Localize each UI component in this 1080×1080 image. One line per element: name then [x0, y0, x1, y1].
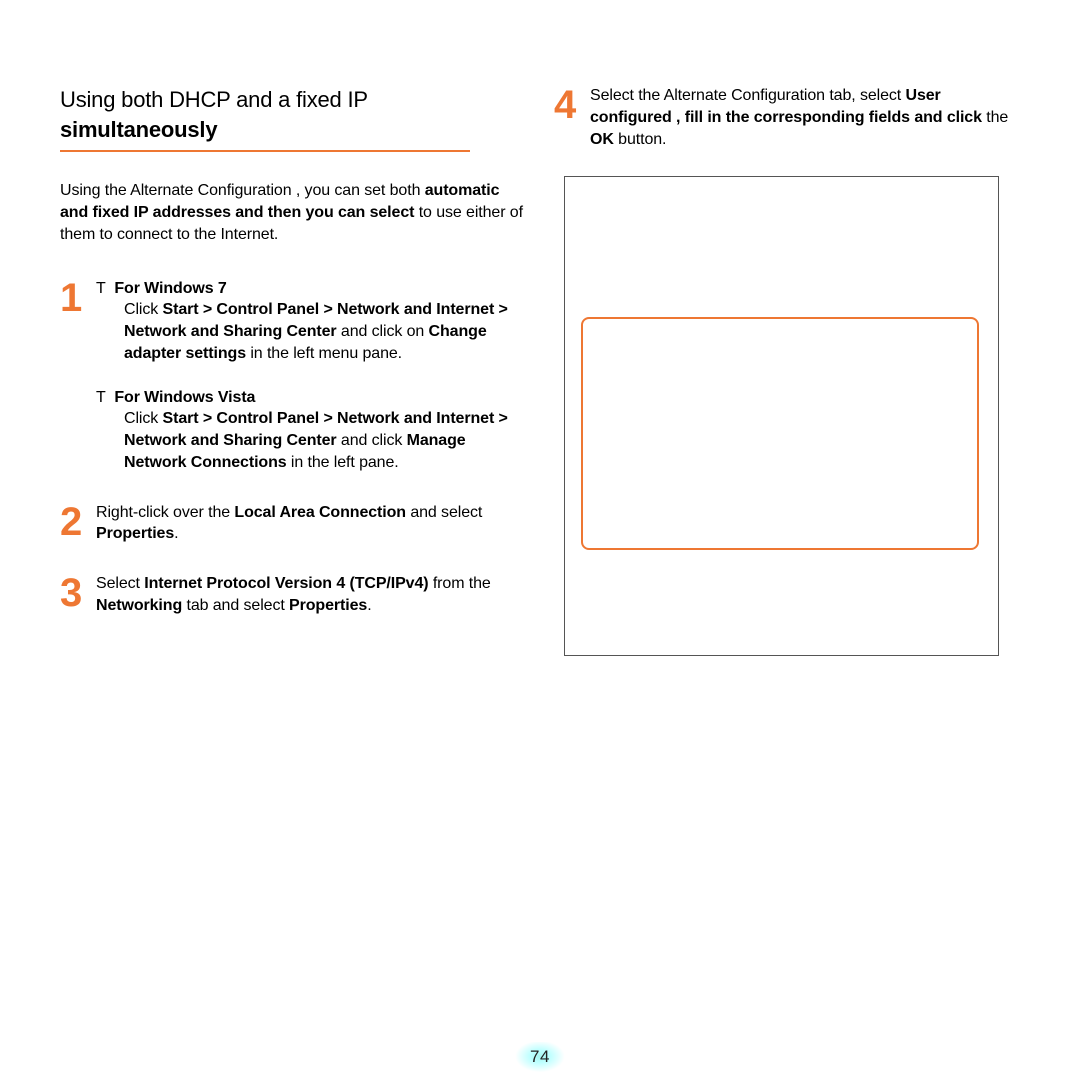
step-number: 2 [60, 504, 96, 540]
bold-text: OK [590, 131, 614, 148]
text: Click [124, 410, 163, 427]
bold-text: Networking [96, 597, 182, 614]
text: tab and select [182, 597, 289, 614]
step1-win7: T For Windows 7 Click Start > Control Pa… [96, 278, 526, 365]
step-number: 1 [60, 280, 96, 316]
sub-content: Click Start > Control Panel > Network an… [96, 299, 526, 364]
text: and click on [337, 323, 429, 340]
step-body: Select the Alternate Configuration tab, … [590, 85, 1020, 150]
title-underline [60, 150, 470, 152]
bold-text: Properties [96, 525, 174, 542]
text: in the left pane. [287, 454, 399, 471]
sub-heading: For Windows Vista [114, 389, 255, 406]
text: the [982, 109, 1008, 126]
step-2: 2 Right-click over the Local Area Connec… [60, 502, 526, 546]
bold-text: Properties [289, 597, 367, 614]
text: from the [428, 575, 490, 592]
step-body: T For Windows 7 Click Start > Control Pa… [96, 278, 526, 474]
highlight-box [581, 317, 979, 550]
text: . [174, 525, 178, 542]
intro-paragraph: Using the Alternate Configuration , you … [60, 180, 526, 245]
text: button. [614, 131, 667, 148]
intro-pre: Using the Alternate Configuration , you … [60, 182, 425, 199]
text: Select [96, 575, 144, 592]
step1-vista: T For Windows Vista Click Start > Contro… [96, 387, 526, 474]
bold-text: , fill in the corresponding fields and c… [676, 109, 982, 126]
text: . [367, 597, 371, 614]
section-title: Using both DHCP and a fixed IP simultane… [60, 85, 526, 144]
page-number-wrap: 74 [0, 1042, 1080, 1072]
bold-text: Internet Protocol Version 4 (TCP/IPv4) [144, 575, 428, 592]
bullet-marker: T [96, 387, 110, 409]
text: and select [406, 504, 482, 521]
title-line2: simultaneously [60, 117, 217, 142]
step-4: 4 Select the Alternate Configuration tab… [554, 85, 1020, 150]
screenshot-placeholder [564, 176, 999, 656]
text: Right-click over the [96, 504, 234, 521]
text: Select the Alternate Configuration tab, … [590, 87, 906, 104]
text: in the left menu pane. [246, 345, 402, 362]
step-number: 4 [554, 87, 590, 123]
page-number: 74 [510, 1042, 570, 1072]
sub-content: Click Start > Control Panel > Network an… [96, 408, 526, 473]
text: Click [124, 301, 163, 318]
bullet-marker: T [96, 278, 110, 300]
step-body: Right-click over the Local Area Connecti… [96, 502, 526, 546]
step-body: Select Internet Protocol Version 4 (TCP/… [96, 573, 526, 617]
step-number: 3 [60, 575, 96, 611]
sub-heading: For Windows 7 [114, 280, 226, 297]
text: and click [337, 432, 407, 449]
bold-text: Local Area Connection [234, 504, 406, 521]
step-3: 3 Select Internet Protocol Version 4 (TC… [60, 573, 526, 617]
step-1: 1 T For Windows 7 Click Start > Control … [60, 278, 526, 474]
title-line1: Using both DHCP and a fixed IP [60, 87, 368, 112]
